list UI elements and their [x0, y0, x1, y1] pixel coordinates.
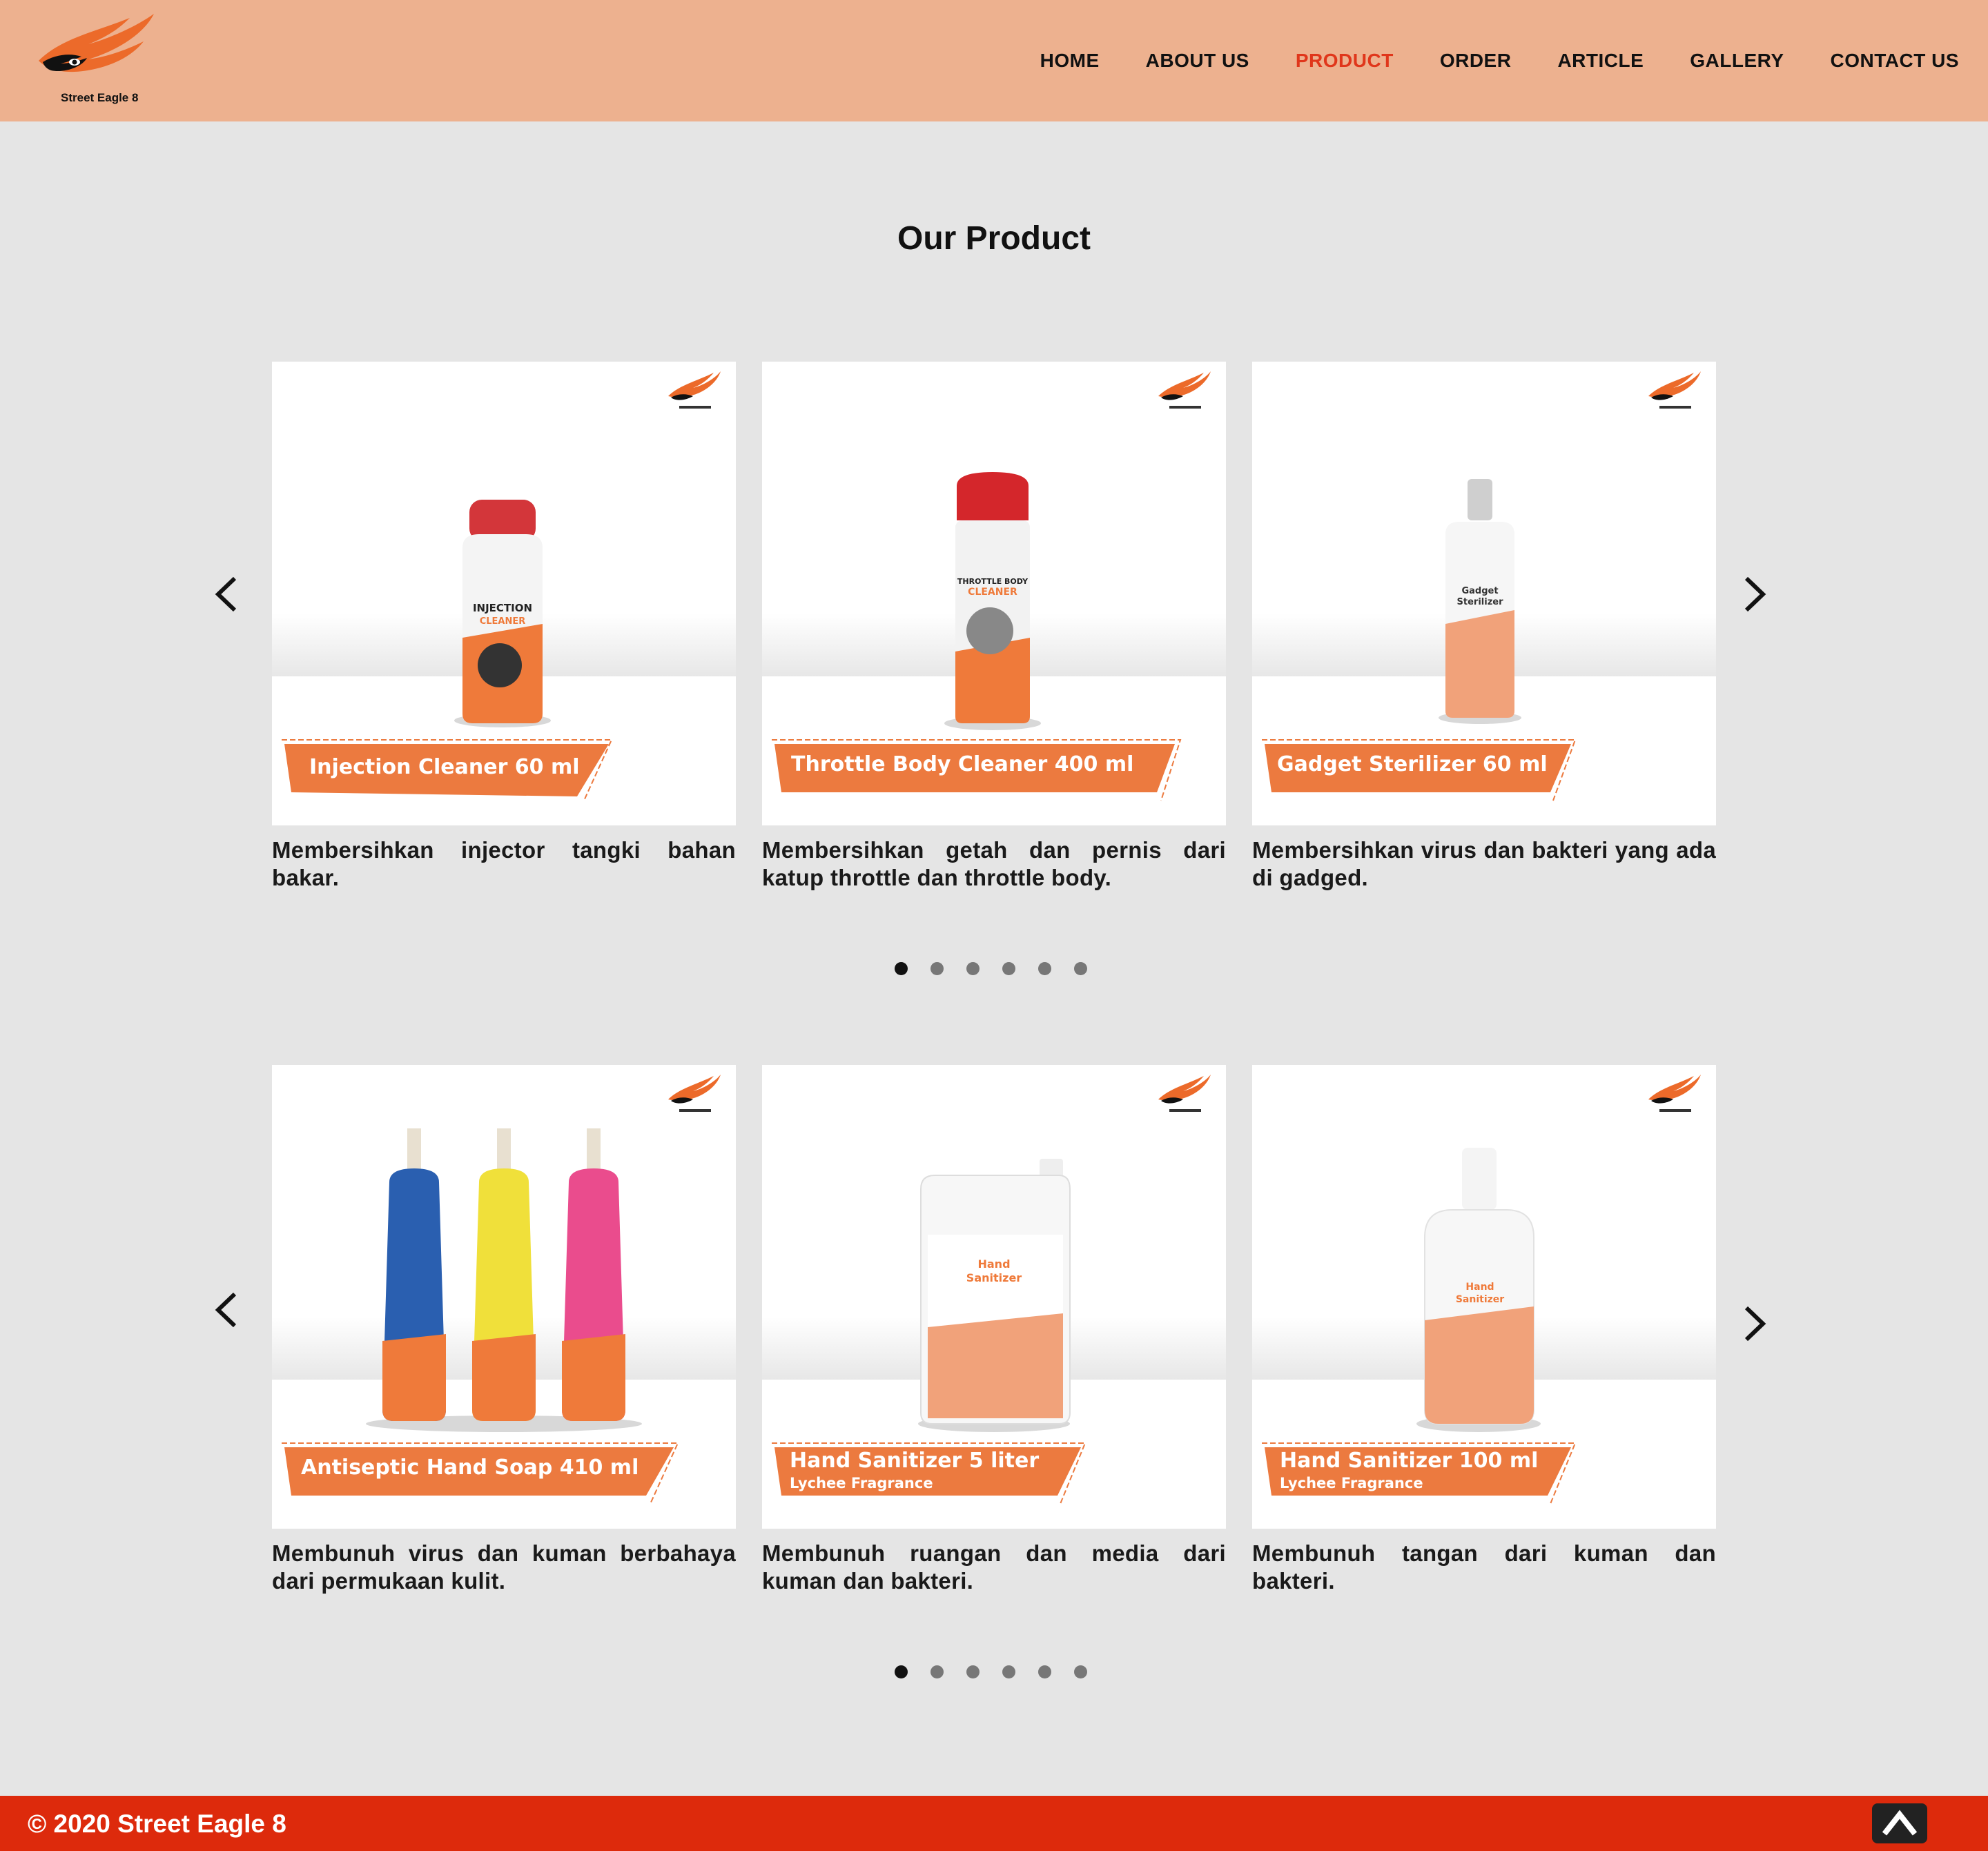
svg-text:CLEANER: CLEANER	[968, 587, 1017, 598]
carousel-dot[interactable]	[1074, 1665, 1087, 1678]
product-fragrance: Lychee Fragrance	[1280, 1475, 1423, 1491]
product-fragrance: Lychee Fragrance	[790, 1475, 933, 1491]
main-nav: HOME ABOUT US PRODUCT ORDER ARTICLE GALL…	[994, 50, 1959, 72]
svg-text:THROTTLE BODY: THROTTLE BODY	[957, 577, 1029, 586]
product-image: Antiseptic Hand Soap 410 ml	[272, 1065, 736, 1529]
nav-item-gallery[interactable]: GALLERY	[1690, 50, 1784, 72]
svg-text:Sanitizer: Sanitizer	[1456, 1294, 1504, 1305]
site-header: Street Eagle 8 HOME ABOUT US PRODUCT ORD…	[0, 0, 1988, 121]
carousel-dot[interactable]	[930, 962, 944, 975]
product-name: Gadget Sterilizer 60 ml	[1277, 752, 1548, 776]
svg-text:Sanitizer: Sanitizer	[966, 1271, 1022, 1284]
product-banner: Hand Sanitizer 5 liter Lychee Fragrance	[770, 1440, 1088, 1507]
carousel-pagination	[895, 962, 1087, 975]
product-image: Hand Sanitizer Hand Sanitizer 5 liter Ly…	[762, 1065, 1226, 1529]
carousel-dot[interactable]	[1038, 1665, 1051, 1678]
product-image: INJECTION CLEANER Injection Cleaner 60 m…	[272, 362, 736, 825]
svg-text:Hand: Hand	[1465, 1282, 1494, 1293]
product-image: Gadget Sterilizer Gadget Sterilizer 60 m…	[1252, 362, 1716, 825]
product-card[interactable]: Hand Sanitizer Hand Sanitizer 5 liter Ly…	[762, 1065, 1226, 1595]
street-eagle-logo[interactable]: Street Eagle 8	[33, 11, 164, 108]
carousel-prev-button[interactable]	[207, 570, 248, 618]
product-carousel-1: INJECTION CLEANER Injection Cleaner 60 m…	[0, 362, 1988, 983]
product-description: Membersihkan virus dan bakteri yang ada …	[1252, 837, 1716, 890]
carousel-dot[interactable]	[1002, 962, 1015, 975]
carousel-dot[interactable]	[1002, 1665, 1015, 1678]
carousel-prev-button[interactable]	[207, 1286, 248, 1334]
product-description: Membersihkan injector tangki bahan bakar…	[272, 837, 736, 890]
chevron-right-icon	[1744, 1306, 1766, 1342]
svg-text:Hand: Hand	[977, 1257, 1010, 1271]
chevron-left-icon	[215, 1292, 237, 1328]
chevron-up-icon	[1882, 1810, 1918, 1836]
product-card[interactable]: Hand Sanitizer Hand Sanitizer 100 ml Lyc…	[1252, 1065, 1716, 1595]
product-description: Membunuh virus dan kuman berbahaya dari …	[272, 1540, 736, 1594]
carousel-dot[interactable]	[1038, 962, 1051, 975]
product-name: Hand Sanitizer 100 ml	[1280, 1449, 1539, 1473]
product-banner: Hand Sanitizer 100 ml Lychee Fragrance	[1260, 1440, 1578, 1507]
copyright-text: © 2020 Street Eagle 8	[28, 1810, 286, 1838]
nav-item-article[interactable]: ARTICLE	[1557, 50, 1644, 72]
nav-item-order[interactable]: ORDER	[1440, 50, 1512, 72]
carousel-dot[interactable]	[895, 962, 908, 975]
nav-item-about-us[interactable]: ABOUT US	[1146, 50, 1249, 72]
site-footer: © 2020 Street Eagle 8	[0, 1796, 1988, 1851]
product-name: Injection Cleaner 60 ml	[309, 755, 580, 779]
nav-item-product[interactable]: PRODUCT	[1296, 50, 1394, 72]
nav-item-home[interactable]: HOME	[1040, 50, 1100, 72]
product-card[interactable]: Gadget Sterilizer Gadget Sterilizer 60 m…	[1252, 362, 1716, 892]
product-image: Hand Sanitizer Hand Sanitizer 100 ml Lyc…	[1252, 1065, 1716, 1529]
chevron-left-icon	[215, 576, 237, 612]
product-card[interactable]: THROTTLE BODY CLEANER Throttle Body Clea…	[762, 362, 1226, 892]
svg-text:Sterilizer: Sterilizer	[1457, 597, 1504, 607]
page-title: Our Product	[897, 220, 1091, 257]
product-image: THROTTLE BODY CLEANER Throttle Body Clea…	[762, 362, 1226, 825]
carousel-next-button[interactable]	[1733, 1300, 1774, 1348]
product-carousel-2: Antiseptic Hand Soap 410 ml Membunuh vir…	[0, 1065, 1988, 1686]
product-banner: Antiseptic Hand Soap 410 ml	[280, 1440, 681, 1507]
product-card[interactable]: INJECTION CLEANER Injection Cleaner 60 m…	[272, 362, 736, 892]
carousel-dot[interactable]	[895, 1665, 908, 1678]
product-banner: Injection Cleaner 60 ml	[280, 737, 613, 803]
product-description: Membunuh tangan dari kuman dan bakteri.	[1252, 1540, 1716, 1594]
svg-text:CLEANER: CLEANER	[480, 616, 526, 627]
carousel-dot[interactable]	[966, 1665, 980, 1678]
logo-wordmark: Street Eagle 8	[61, 91, 139, 104]
carousel-next-button[interactable]	[1733, 570, 1774, 618]
product-banner: Throttle Body Cleaner 400 ml	[770, 737, 1185, 803]
chevron-right-icon	[1744, 576, 1766, 612]
product-description: Membunuh ruangan dan media dari kuman da…	[762, 1540, 1226, 1594]
product-banner: Gadget Sterilizer 60 ml	[1260, 737, 1578, 803]
svg-text:INJECTION: INJECTION	[473, 602, 532, 614]
product-name: Throttle Body Cleaner 400 ml	[791, 752, 1134, 776]
product-name: Hand Sanitizer 5 liter	[790, 1449, 1040, 1473]
scroll-to-top-button[interactable]	[1872, 1803, 1927, 1843]
eagle-logo-icon	[39, 14, 154, 72]
svg-text:Gadget: Gadget	[1461, 586, 1498, 596]
nav-item-contact-us[interactable]: CONTACT US	[1831, 50, 1959, 72]
product-name: Antiseptic Hand Soap 410 ml	[301, 1456, 639, 1480]
carousel-dot[interactable]	[1074, 962, 1087, 975]
carousel-pagination	[895, 1665, 1087, 1678]
product-description: Membersihkan getah dan pernis dari katup…	[762, 837, 1226, 890]
product-card[interactable]: Antiseptic Hand Soap 410 ml Membunuh vir…	[272, 1065, 736, 1595]
carousel-dot[interactable]	[966, 962, 980, 975]
carousel-dot[interactable]	[930, 1665, 944, 1678]
